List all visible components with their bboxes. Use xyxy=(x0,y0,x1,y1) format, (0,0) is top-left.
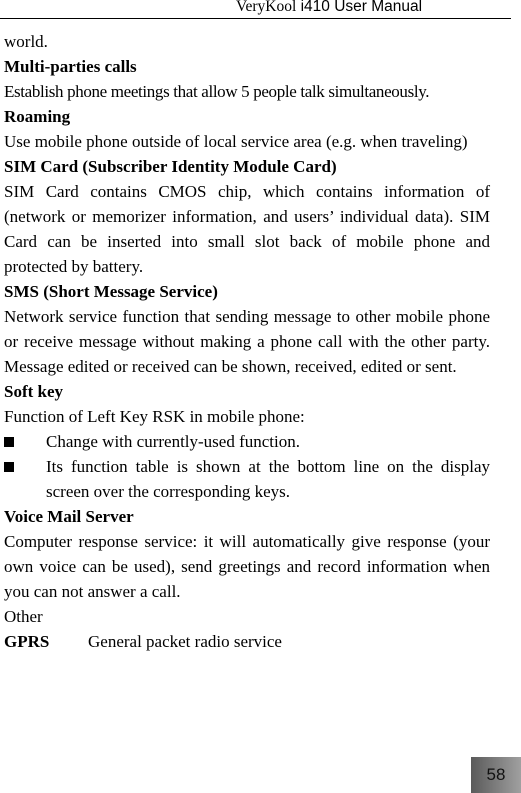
bullet-text: Its function table is shown at the botto… xyxy=(46,457,490,501)
header-brand: VeryKool xyxy=(236,0,297,15)
sim-text: SIM Card contains CMOS chip, which conta… xyxy=(4,182,490,276)
heading-sms: SMS (Short Message Service) xyxy=(4,282,218,301)
gprs-entry: GPRS General packet radio service xyxy=(4,629,490,654)
sms-text: Network service function that sending me… xyxy=(4,307,490,376)
header-title: VeryKool i410 User Manual xyxy=(236,0,422,16)
multi-parties-text: Establish phone meetings that allow 5 pe… xyxy=(4,82,430,101)
voice-mail-text: Computer response service: it will autom… xyxy=(4,532,490,601)
page-number-badge: 58 xyxy=(471,757,521,793)
page-number: 58 xyxy=(486,765,506,784)
gprs-term: GPRS xyxy=(4,632,50,651)
heading-voice-mail: Voice Mail Server xyxy=(4,507,134,526)
page-content: world. Multi-parties calls Establish pho… xyxy=(4,29,490,654)
square-bullet-icon xyxy=(4,437,14,447)
page-header: VeryKool i410 User Manual xyxy=(0,0,511,19)
heading-other: Other xyxy=(4,607,43,626)
square-bullet-icon xyxy=(4,462,14,472)
bullet-item: Change with currently-used function. xyxy=(4,429,490,454)
intro-text: world. xyxy=(4,32,48,51)
heading-roaming: Roaming xyxy=(4,107,71,126)
bullet-item: Its function table is shown at the botto… xyxy=(4,454,490,504)
gprs-definition: General packet radio service xyxy=(88,632,282,651)
header-manual-title: i410 User Manual xyxy=(296,0,423,15)
soft-key-text: Function of Left Key RSK in mobile phone… xyxy=(4,407,305,426)
heading-sim: SIM Card (Subscriber Identity Module Car… xyxy=(4,157,337,176)
bullet-text: Change with currently-used function. xyxy=(46,432,300,451)
heading-multi-parties: Multi-parties calls xyxy=(4,57,137,76)
roaming-text: Use mobile phone outside of local servic… xyxy=(4,132,468,151)
heading-soft-key: Soft key xyxy=(4,382,64,401)
